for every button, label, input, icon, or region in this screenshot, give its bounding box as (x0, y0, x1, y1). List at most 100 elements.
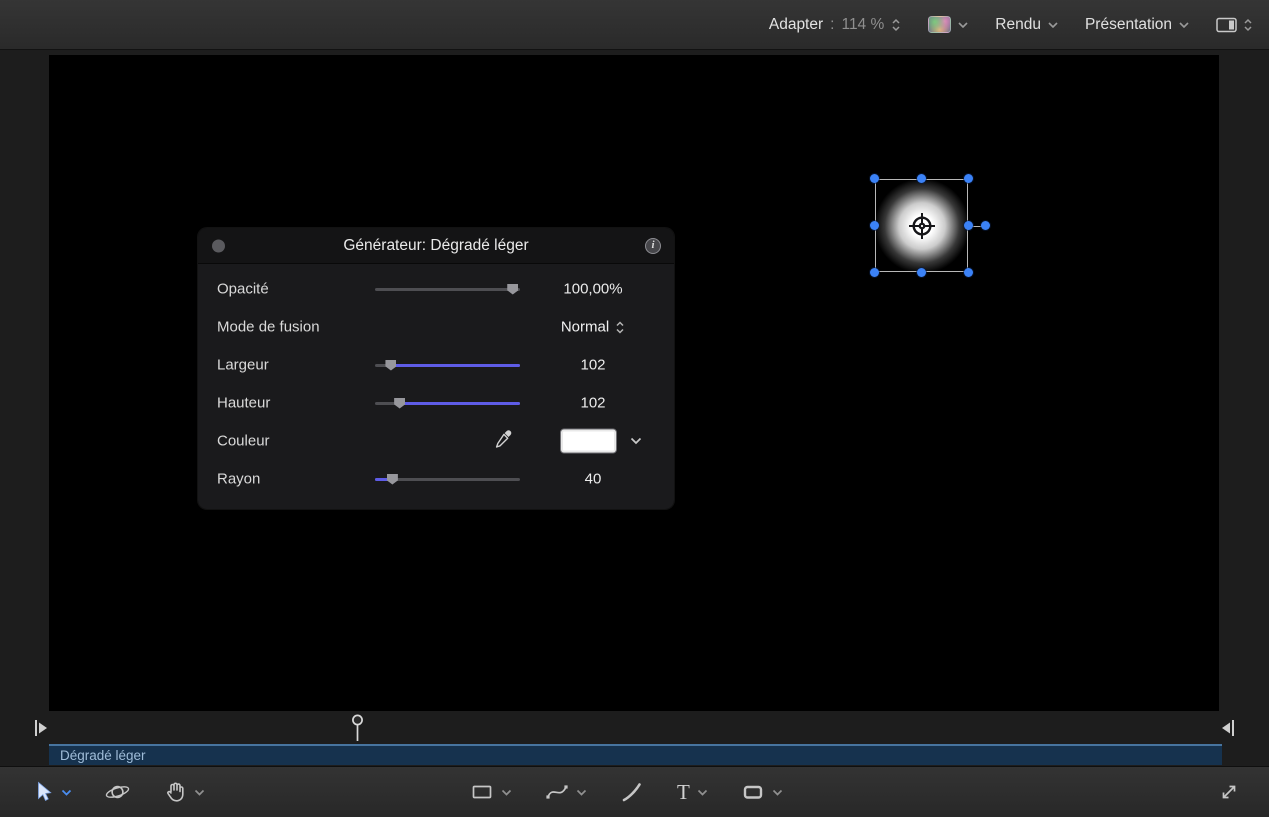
text-tool-group[interactable]: T (677, 782, 708, 803)
blend-mode-popup[interactable]: Normal (534, 319, 652, 336)
chevron-down-icon[interactable] (697, 789, 708, 796)
stepper-icon (1243, 18, 1253, 32)
selection-handle[interactable] (870, 174, 879, 183)
presentation-dropdown[interactable]: Présentation (1085, 16, 1189, 34)
mask-rectangle-tool-icon[interactable] (741, 780, 765, 804)
selection-handle[interactable] (917, 174, 926, 183)
radius-row: Rayon 40 (198, 460, 674, 498)
stepper-icon (615, 320, 625, 334)
selection-handle[interactable] (964, 268, 973, 277)
bottom-toolbar-right (1217, 767, 1241, 817)
timeline-in-marker[interactable] (33, 718, 49, 738)
mini-timeline[interactable] (0, 711, 1269, 744)
blend-mode-row: Mode de fusion Normal (198, 308, 674, 346)
toolbar-right-group: Adapter : 114 % Rendu (769, 16, 1269, 34)
selection-handle[interactable] (964, 174, 973, 183)
text-tool-icon[interactable]: T (677, 782, 690, 803)
top-toolbar: Adapter : 114 % Rendu (0, 0, 1269, 50)
slider-thumb[interactable] (394, 398, 405, 409)
width-value: 102 (534, 357, 652, 374)
radius-label: Rayon (217, 471, 260, 488)
info-button[interactable]: i (645, 238, 661, 254)
hud-title: Générateur: Dégradé léger (343, 237, 528, 255)
pane-icon (1216, 17, 1237, 33)
eyedropper-icon (493, 428, 514, 449)
width-slider[interactable] (375, 364, 520, 367)
zoom-popup[interactable]: Adapter : 114 % (769, 16, 901, 34)
select-tool-group[interactable] (34, 781, 72, 803)
selected-gradient-object[interactable] (875, 179, 968, 272)
timeline-out-marker[interactable] (1220, 718, 1236, 738)
select-arrow-tool-icon[interactable] (34, 781, 54, 803)
color-channels-dropdown[interactable] (928, 16, 968, 33)
zoom-separator: : (830, 16, 834, 34)
blend-mode-label: Mode de fusion (217, 319, 320, 336)
height-value: 102 (534, 395, 652, 412)
chevron-down-icon (1048, 22, 1058, 28)
hud-panel: Générateur: Dégradé léger i Opacité 100,… (198, 228, 674, 509)
presentation-label: Présentation (1085, 16, 1172, 34)
hand-tool-icon[interactable] (163, 780, 187, 804)
expand-fullscreen-icon[interactable] (1217, 780, 1241, 804)
timeline-clip-bar[interactable]: Dégradé léger (49, 744, 1222, 765)
hud-titlebar[interactable]: Générateur: Dégradé léger i (198, 228, 674, 264)
slider-thumb[interactable] (385, 360, 396, 371)
chevron-down-icon[interactable] (194, 789, 205, 796)
mask-tool-group[interactable] (741, 780, 783, 804)
height-label: Hauteur (217, 395, 270, 412)
stepper-icon (891, 18, 901, 32)
selection-handle[interactable] (917, 268, 926, 277)
opacity-row: Opacité 100,00% (198, 270, 674, 308)
motion-app-window: Adapter : 114 % Rendu (0, 0, 1269, 817)
width-label: Largeur (217, 357, 269, 374)
opacity-slider[interactable] (375, 288, 520, 291)
bottom-toolbar-left (34, 767, 205, 817)
playhead[interactable] (351, 714, 364, 742)
color-row: Couleur (198, 422, 674, 460)
chevron-down-icon[interactable] (576, 789, 587, 796)
rotation-handle[interactable] (981, 221, 990, 230)
zoom-label: Adapter (769, 16, 823, 34)
paint-stroke-tool-icon[interactable] (620, 780, 644, 804)
width-row: Largeur 102 (198, 346, 674, 384)
timeline-clip-label: Dégradé léger (49, 748, 146, 763)
blend-mode-value: Normal (561, 319, 609, 336)
chevron-down-icon (1179, 22, 1189, 28)
anchor-target-icon[interactable] (907, 211, 937, 241)
chevron-down-icon[interactable] (501, 789, 512, 796)
transform-orbit-tool-icon[interactable] (104, 780, 131, 804)
pane-layout-control[interactable] (1216, 17, 1253, 33)
eyedropper-button[interactable] (493, 428, 514, 454)
render-label: Rendu (995, 16, 1041, 34)
bottom-toolbar: T (0, 766, 1269, 817)
render-dropdown[interactable]: Rendu (995, 16, 1058, 34)
selection-handle[interactable] (870, 221, 879, 230)
bottom-toolbar-center: T (470, 767, 783, 817)
selection-handle[interactable] (964, 221, 973, 230)
close-button[interactable] (212, 239, 225, 252)
opacity-label: Opacité (217, 281, 269, 298)
hud-body: Opacité 100,00% Mode de fusion Normal La… (198, 264, 674, 498)
chevron-down-icon (958, 22, 968, 28)
shape-tool-group[interactable] (470, 780, 512, 804)
chevron-down-icon[interactable] (772, 789, 783, 796)
opacity-value: 100,00% (534, 281, 652, 298)
selection-handle[interactable] (870, 268, 879, 277)
chevron-down-icon[interactable] (61, 789, 72, 796)
zoom-value: 114 % (841, 16, 884, 34)
color-label: Couleur (217, 433, 270, 450)
chevron-down-icon[interactable] (630, 437, 642, 445)
slider-thumb[interactable] (387, 474, 398, 485)
radius-slider[interactable] (375, 478, 520, 481)
radius-value: 40 (534, 471, 652, 488)
pan-tool-group[interactable] (163, 780, 205, 804)
color-swatch[interactable] (560, 429, 617, 454)
slider-thumb[interactable] (507, 284, 518, 295)
bezier-pen-tool-icon[interactable] (545, 780, 569, 804)
info-glyph: i (651, 240, 654, 251)
rectangle-tool-icon[interactable] (470, 780, 494, 804)
height-slider[interactable] (375, 402, 520, 405)
height-row: Hauteur 102 (198, 384, 674, 422)
bezier-tool-group[interactable] (545, 780, 587, 804)
color-thumbnail-icon (928, 16, 951, 33)
